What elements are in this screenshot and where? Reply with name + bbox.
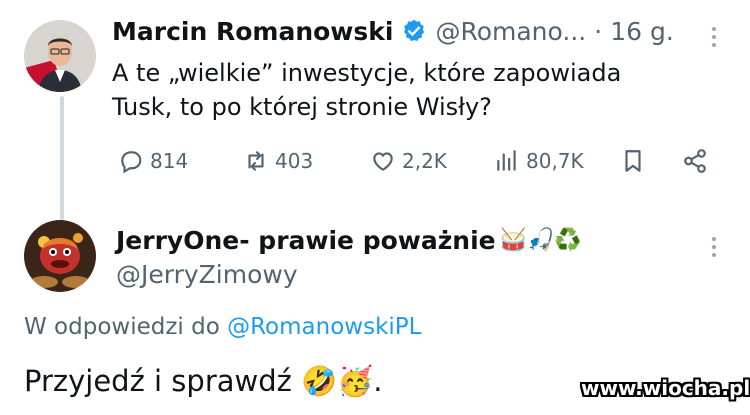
repost-icon [248,151,264,171]
share-icon [684,149,706,173]
header-separator: · [594,16,603,46]
reply-author-emojis: 🥁🎣♻️ [499,227,582,253]
reply-more-options-icon[interactable] [709,236,719,258]
verified-badge-icon [401,18,427,44]
like-count: 2,2K [402,149,447,173]
replying-to-handle-link[interactable]: @RomanowskiPL [227,314,421,340]
tweet-text: A te „wielkie” inwestycje, które zapowia… [112,56,722,124]
reply-text: Przyjedź i sprawdź 🤣🥳. [24,364,383,398]
views-bar-chart-icon [497,150,516,171]
reply-action[interactable]: 814 [118,145,188,177]
tweet-text-line-1: A te „wielkie” inwestycje, które zapowia… [112,59,622,87]
views-count: 80,7K [526,149,584,173]
reply-author-avatar[interactable] [24,220,96,292]
site-watermark: www.wiocha.pl [581,376,750,400]
repost-action[interactable]: 403 [243,145,313,177]
author-avatar[interactable] [24,20,96,92]
tweet-more-options-icon[interactable] [709,26,719,48]
bookmark-icon [625,150,641,172]
tweet-timestamp[interactable]: 16 g. [610,17,674,46]
share-action[interactable] [682,145,708,177]
author-name[interactable]: Marcin Romanowski [112,17,393,46]
reply-icon [121,151,142,174]
bookmark-action[interactable] [620,145,646,177]
tweet-header: Marcin Romanowski @Romano... · 16 g. [112,14,674,48]
tweet-text-line-2: Tusk, to po której stronie Wisły? [112,93,492,121]
reply-author-name[interactable]: JerryOne- prawie poważnie [116,226,496,255]
like-heart-icon [373,152,393,171]
replying-to-line: W odpowiedzi do @RomanowskiPL [24,314,421,340]
replying-to-prefix: W odpowiedzi do [24,314,228,340]
author-handle[interactable]: @Romano... [435,17,586,46]
reply-count: 814 [150,149,189,173]
thread-connector-line [60,96,64,220]
views-action[interactable]: 80,7K [494,145,584,177]
repost-count: 403 [275,149,314,173]
like-action[interactable]: 2,2K [370,145,447,177]
reply-author-handle[interactable]: @JerryZimowy [116,260,298,289]
reply-header: JerryOne- prawie poważnie 🥁🎣♻️ [116,222,582,258]
